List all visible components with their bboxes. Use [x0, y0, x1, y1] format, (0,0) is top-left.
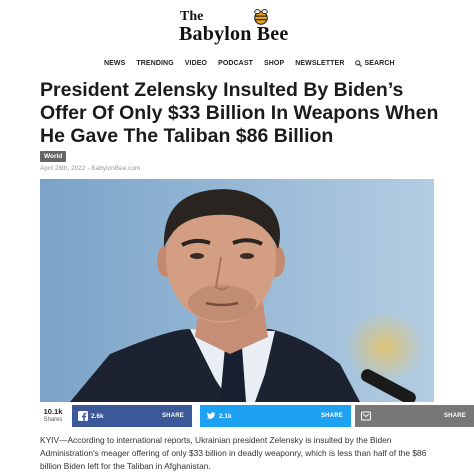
twitter-share-label: SHARE: [320, 413, 343, 419]
nav-item-trending[interactable]: TRENDING: [136, 60, 173, 67]
share-icon: [361, 411, 371, 421]
nav-item-podcast[interactable]: PODCAST: [218, 60, 253, 67]
generic-share-button[interactable]: SHARE: [355, 405, 474, 427]
share-total: 10.1k Shares: [40, 405, 66, 427]
site-logo[interactable]: The Babylon Bee: [0, 6, 474, 46]
article-dateline: April 28th, 2022 - BabylonBee.com: [40, 165, 141, 172]
share-total-count: 10.1k: [43, 407, 63, 416]
nav-item-video[interactable]: VIDEO: [185, 60, 207, 67]
category-badge[interactable]: World: [40, 151, 67, 162]
search-icon: [355, 59, 363, 67]
logo-name-text: Babylon Bee: [179, 23, 289, 45]
share-bar: 10.1k Shares 2.6k SHARE 2.1k SHARE SHARE: [40, 405, 474, 427]
article-headline: President Zelensky Insulted By Biden’s O…: [40, 79, 439, 147]
search-button[interactable]: SEARCH: [355, 59, 395, 67]
share-total-label: Shares: [43, 417, 63, 423]
twitter-icon: [206, 412, 216, 419]
nav-item-newsletter[interactable]: NEWSLETTER: [295, 60, 344, 67]
portrait-illustration: [40, 179, 434, 402]
facebook-share-button[interactable]: 2.6k SHARE: [72, 405, 192, 427]
article-photo: [40, 179, 434, 402]
facebook-icon: [78, 411, 88, 421]
nav-item-news[interactable]: NEWS: [104, 60, 125, 67]
facebook-share-count: 2.6k: [91, 412, 104, 420]
twitter-share-button[interactable]: 2.1k SHARE: [200, 405, 351, 427]
main-nav: NEWS TRENDING VIDEO PODCAST SHOP NEWSLET…: [104, 56, 395, 70]
search-label: SEARCH: [364, 59, 395, 67]
facebook-share-label: SHARE: [161, 413, 184, 419]
generic-share-label: SHARE: [443, 413, 466, 419]
twitter-share-count: 2.1k: [219, 412, 232, 420]
nav-item-shop[interactable]: SHOP: [264, 60, 284, 67]
article-body: KYIV—According to international reports,…: [40, 435, 427, 471]
